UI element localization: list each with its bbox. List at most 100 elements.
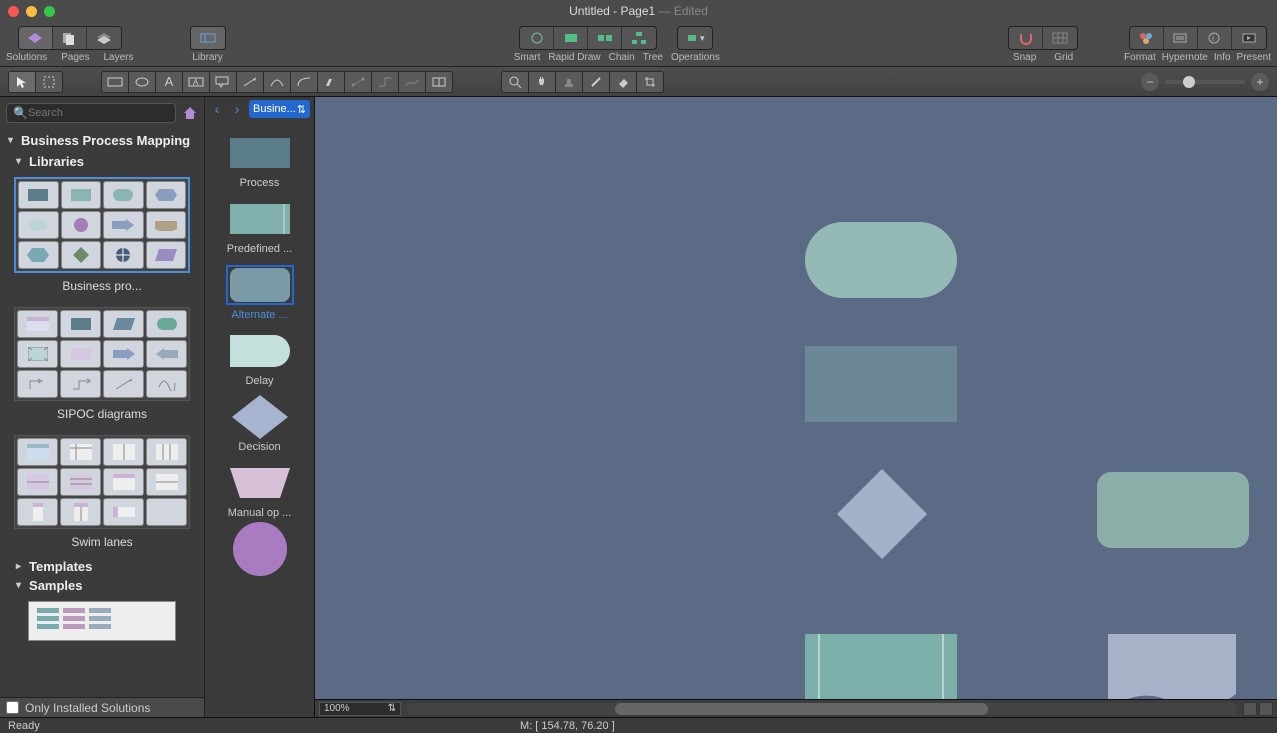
- layers-button[interactable]: [87, 27, 121, 49]
- present-button[interactable]: [1232, 27, 1266, 49]
- library-swimlanes[interactable]: [14, 435, 190, 529]
- library-button[interactable]: [191, 27, 225, 49]
- main-toolbar: Solutions Pages Layers Library Smart Rap…: [0, 22, 1277, 67]
- zoom-tool[interactable]: [501, 71, 529, 93]
- close-window-button[interactable]: [8, 6, 19, 17]
- insert-tool[interactable]: [425, 71, 453, 93]
- ellipse-tool[interactable]: [128, 71, 156, 93]
- arc-tool[interactable]: [290, 71, 318, 93]
- canvas-shape-terminator[interactable]: [805, 222, 957, 298]
- operations-button[interactable]: ▾: [678, 27, 712, 49]
- solution-heading[interactable]: Business Process Mapping: [0, 129, 204, 152]
- canvas-shape-decision[interactable]: [837, 469, 927, 559]
- smart-button[interactable]: [520, 27, 554, 49]
- view-toggle-2[interactable]: [1259, 702, 1273, 716]
- format-button[interactable]: [1130, 27, 1164, 49]
- view-toggle-1[interactable]: [1243, 702, 1257, 716]
- textbox-tool[interactable]: A: [182, 71, 210, 93]
- sample-thumbnail[interactable]: [28, 601, 176, 641]
- tree-button[interactable]: [622, 27, 656, 49]
- zoom-bar: 100%⇅: [315, 699, 1277, 717]
- smart-connector-tool[interactable]: [371, 71, 399, 93]
- shape-alternate[interactable]: Alternate ...: [205, 261, 314, 327]
- document-title: Untitled - Page1: [569, 4, 655, 18]
- svg-text:A: A: [193, 78, 199, 87]
- solutions-button[interactable]: [19, 27, 53, 49]
- libraries-section[interactable]: Libraries: [0, 152, 204, 171]
- connector-tool[interactable]: [344, 71, 372, 93]
- hypernote-button[interactable]: [1164, 27, 1198, 49]
- info-label: Info: [1214, 52, 1231, 63]
- search-field[interactable]: 🔍: [6, 103, 176, 123]
- canvas-area: 100%⇅: [315, 97, 1277, 717]
- zoom-window-button[interactable]: [44, 6, 55, 17]
- rapiddraw-label: Rapid Draw: [548, 52, 600, 63]
- canvas-shape-predefined[interactable]: [805, 634, 957, 699]
- library-business-process[interactable]: [14, 177, 190, 273]
- snap-label: Snap: [1013, 52, 1036, 63]
- eyedropper-tool[interactable]: [582, 71, 610, 93]
- tree-label: Tree: [643, 52, 663, 63]
- snap-button[interactable]: [1009, 27, 1043, 49]
- search-input[interactable]: [28, 107, 169, 119]
- grid-button[interactable]: [1043, 27, 1077, 49]
- canvas-shape-alternate[interactable]: [1097, 472, 1249, 548]
- text-select-tool[interactable]: [35, 71, 63, 93]
- canvas-shape-process[interactable]: [805, 346, 957, 422]
- operations-label: Operations: [671, 52, 720, 63]
- home-icon[interactable]: [182, 105, 198, 121]
- window-controls: [8, 6, 55, 17]
- library-label-3: Swim lanes: [0, 535, 204, 549]
- hand-tool[interactable]: [528, 71, 556, 93]
- pages-label: Pages: [61, 52, 89, 63]
- layers-label: Layers: [104, 52, 134, 63]
- pen-tool[interactable]: [317, 71, 345, 93]
- library-label: Library: [192, 52, 223, 63]
- hypernote-label: Hypernote: [1162, 52, 1208, 63]
- drawing-canvas[interactable]: [315, 97, 1277, 699]
- window-title: Untitled - Page1 — Edited: [569, 4, 708, 18]
- smart-label: Smart: [514, 52, 541, 63]
- library-label-1: Business pro...: [0, 279, 204, 293]
- shape-library-selector[interactable]: Busine...⇅: [249, 100, 310, 118]
- shape-predefined[interactable]: Predefined ...: [205, 195, 314, 261]
- only-installed-checkbox[interactable]: Only Installed Solutions: [0, 697, 204, 717]
- stamp-tool[interactable]: [555, 71, 583, 93]
- status-coords: M: [ 154.78, 76.20 ]: [520, 720, 615, 732]
- nav-forward-button[interactable]: ›: [229, 101, 245, 117]
- spline-tool[interactable]: [398, 71, 426, 93]
- svg-text:▾: ▾: [700, 33, 705, 43]
- library-sipoc[interactable]: [14, 307, 190, 401]
- zoom-in-button[interactable]: +: [1251, 73, 1269, 91]
- crop-tool[interactable]: [636, 71, 664, 93]
- zoom-select[interactable]: 100%⇅: [319, 702, 401, 716]
- zoom-out-button[interactable]: −: [1141, 73, 1159, 91]
- shape-delay[interactable]: Delay: [205, 327, 314, 393]
- eraser-tool[interactable]: [609, 71, 637, 93]
- canvas-shape-document[interactable]: [1108, 634, 1236, 699]
- shape-process[interactable]: Process: [205, 129, 314, 195]
- line-tool[interactable]: [236, 71, 264, 93]
- rapid-draw-button[interactable]: [554, 27, 588, 49]
- shape-manual-op[interactable]: Manual op ...: [205, 459, 314, 525]
- samples-section[interactable]: Samples: [0, 576, 204, 595]
- pages-button[interactable]: [53, 27, 87, 49]
- text-tool[interactable]: A: [155, 71, 183, 93]
- shape-decision[interactable]: Decision: [205, 393, 314, 459]
- pointer-tool[interactable]: [8, 71, 36, 93]
- zoom-slider[interactable]: [1165, 80, 1245, 84]
- solutions-sidebar: 🔍 Business Process Mapping Libraries: [0, 97, 204, 717]
- status-bar: Ready M: [ 154.78, 76.20 ]: [0, 717, 1277, 733]
- horizontal-scrollbar[interactable]: [407, 703, 1237, 715]
- templates-section[interactable]: Templates: [0, 557, 204, 576]
- rect-tool[interactable]: [101, 71, 129, 93]
- nav-back-button[interactable]: ‹: [209, 101, 225, 117]
- callout-tool[interactable]: [209, 71, 237, 93]
- solutions-label: Solutions: [6, 52, 47, 63]
- minimize-window-button[interactable]: [26, 6, 37, 17]
- shape-connector-circle[interactable]: [205, 525, 314, 573]
- grid-label: Grid: [1054, 52, 1073, 63]
- curve-tool[interactable]: [263, 71, 291, 93]
- chain-button[interactable]: [588, 27, 622, 49]
- info-button[interactable]: i: [1198, 27, 1232, 49]
